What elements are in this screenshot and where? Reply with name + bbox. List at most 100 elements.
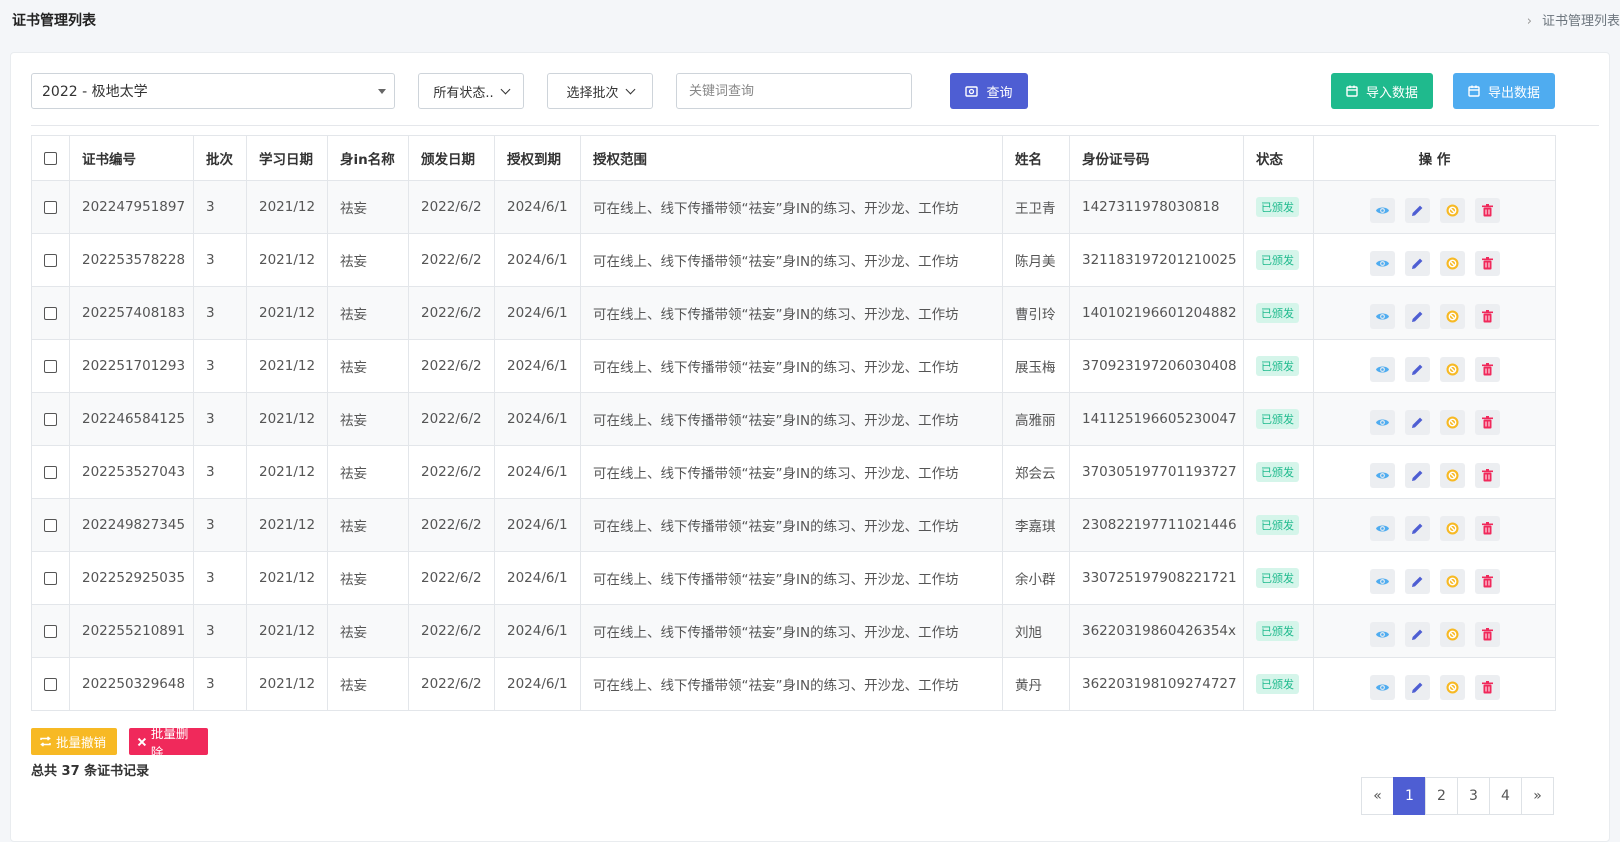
delete-button[interactable] bbox=[1474, 197, 1500, 223]
row-checkbox[interactable] bbox=[44, 200, 57, 214]
view-button[interactable] bbox=[1369, 462, 1395, 488]
table-cell: 321183197201210025 bbox=[1069, 233, 1244, 287]
table-cell: 可在线上、线下传播带领“祛妄”身IN的练习、开沙龙、工作坊 bbox=[580, 180, 1003, 234]
pagination-prev[interactable]: « bbox=[1361, 777, 1394, 815]
table-cell: 202257408183 bbox=[69, 286, 194, 340]
edit-button[interactable] bbox=[1404, 515, 1430, 541]
edit-button[interactable] bbox=[1404, 356, 1430, 382]
row-checkbox[interactable] bbox=[44, 571, 57, 585]
table-cell: 3 bbox=[193, 339, 247, 393]
row-checkbox[interactable] bbox=[44, 518, 57, 532]
bulk-revoke-button[interactable]: 批量撤销 bbox=[31, 728, 117, 755]
status-cell: 已颁发 bbox=[1243, 180, 1314, 234]
edit-button[interactable] bbox=[1404, 303, 1430, 329]
view-button[interactable] bbox=[1369, 303, 1395, 329]
breadcrumb-item[interactable]: 证书管理列表 bbox=[1542, 14, 1620, 29]
col-header: 授权范围 bbox=[580, 135, 1003, 181]
status-cell: 已颁发 bbox=[1243, 286, 1314, 340]
table-cell: 可在线上、线下传播带领“祛妄”身IN的练习、开沙龙、工作坊 bbox=[580, 392, 1003, 446]
pagination-page[interactable]: 4 bbox=[1489, 777, 1522, 815]
view-button[interactable] bbox=[1369, 515, 1395, 541]
delete-button[interactable] bbox=[1474, 356, 1500, 382]
actions-cell bbox=[1313, 604, 1556, 658]
total-count: 总共 37 条证书记录 bbox=[31, 764, 150, 779]
delete-button[interactable] bbox=[1474, 515, 1500, 541]
table-cell: 王卫青 bbox=[1002, 180, 1070, 234]
table-cell: 3 bbox=[193, 286, 247, 340]
table-cell: 370923197206030408 bbox=[1069, 339, 1244, 393]
table-cell: 202251701293 bbox=[69, 339, 194, 393]
row-checkbox[interactable] bbox=[44, 465, 57, 479]
delete-button[interactable] bbox=[1474, 303, 1500, 329]
delete-button[interactable] bbox=[1474, 409, 1500, 435]
table-cell: 202253578228 bbox=[69, 233, 194, 287]
table-cell: 可在线上、线下传播带领“祛妄”身IN的练习、开沙龙、工作坊 bbox=[580, 657, 1003, 711]
delete-button[interactable] bbox=[1474, 250, 1500, 276]
bulk-delete-button[interactable]: 批量删除 bbox=[129, 726, 208, 760]
export-button[interactable]: 导出数据 bbox=[1453, 73, 1555, 109]
row-checkbox[interactable] bbox=[44, 677, 57, 691]
view-button[interactable] bbox=[1369, 250, 1395, 276]
table-cell: 2022/6/2 bbox=[408, 392, 495, 446]
status-badge: 已颁发 bbox=[1256, 462, 1299, 482]
row-checkbox[interactable] bbox=[44, 253, 57, 267]
query-button[interactable]: 查询 bbox=[950, 73, 1028, 109]
table-cell: 3 bbox=[193, 498, 247, 552]
revoke-button[interactable] bbox=[1439, 250, 1465, 276]
school-select[interactable]: 2022 - 极地太学 bbox=[31, 73, 395, 109]
revoke-button[interactable] bbox=[1439, 197, 1465, 223]
revoke-button[interactable] bbox=[1439, 462, 1465, 488]
batch-select[interactable]: 选择批次 bbox=[547, 73, 653, 109]
status-cell: 已颁发 bbox=[1243, 657, 1314, 711]
delete-button[interactable] bbox=[1474, 674, 1500, 700]
keyword-input[interactable] bbox=[676, 73, 912, 109]
table-row: 202253578228 3 2021/12 祛妄 2022/6/2 2024/6/1 可在… bbox=[31, 233, 1556, 287]
calendar-icon bbox=[1468, 85, 1480, 97]
revoke-button[interactable] bbox=[1439, 621, 1465, 647]
school-select-value: 2022 - 极地太学 bbox=[42, 84, 148, 100]
view-button[interactable] bbox=[1369, 621, 1395, 647]
view-button[interactable] bbox=[1369, 356, 1395, 382]
row-checkbox[interactable] bbox=[44, 624, 57, 638]
row-checkbox[interactable] bbox=[44, 359, 57, 373]
status-select[interactable]: 所有状态.. bbox=[418, 73, 524, 109]
revoke-button[interactable] bbox=[1439, 515, 1465, 541]
table-cell: 祛妄 bbox=[327, 233, 409, 287]
table-row: 202247951897 3 2021/12 祛妄 2022/6/2 2024/6/1 可在… bbox=[31, 180, 1556, 234]
revoke-button[interactable] bbox=[1439, 409, 1465, 435]
view-button[interactable] bbox=[1369, 197, 1395, 223]
table-cell: 可在线上、线下传播带领“祛妄”身IN的练习、开沙龙、工作坊 bbox=[580, 498, 1003, 552]
revoke-button[interactable] bbox=[1439, 568, 1465, 594]
pagination-page[interactable]: 3 bbox=[1457, 777, 1490, 815]
import-button[interactable]: 导入数据 bbox=[1331, 73, 1433, 109]
revoke-button[interactable] bbox=[1439, 303, 1465, 329]
row-checkbox[interactable] bbox=[44, 412, 57, 426]
edit-button[interactable] bbox=[1404, 197, 1430, 223]
view-button[interactable] bbox=[1369, 409, 1395, 435]
pagination-page[interactable]: 1 bbox=[1393, 777, 1426, 815]
select-all-checkbox[interactable] bbox=[44, 151, 57, 165]
edit-button[interactable] bbox=[1404, 621, 1430, 647]
revoke-button[interactable] bbox=[1439, 356, 1465, 382]
revoke-button[interactable] bbox=[1439, 674, 1465, 700]
row-checkbox[interactable] bbox=[44, 306, 57, 320]
table-cell: 2024/6/1 bbox=[494, 551, 581, 605]
top-bar: 证书管理列表 › 证书管理列表 bbox=[0, 0, 1620, 52]
table-cell: 祛妄 bbox=[327, 392, 409, 446]
edit-button[interactable] bbox=[1404, 568, 1430, 594]
view-button[interactable] bbox=[1369, 674, 1395, 700]
pagination-next[interactable]: » bbox=[1521, 777, 1554, 815]
view-button[interactable] bbox=[1369, 568, 1395, 594]
status-badge: 已颁发 bbox=[1256, 356, 1299, 376]
edit-button[interactable] bbox=[1404, 462, 1430, 488]
edit-button[interactable] bbox=[1404, 409, 1430, 435]
delete-button[interactable] bbox=[1474, 462, 1500, 488]
pagination-page[interactable]: 2 bbox=[1425, 777, 1458, 815]
table-cell: 2021/12 bbox=[246, 657, 328, 711]
row-select-cell bbox=[31, 657, 70, 711]
edit-button[interactable] bbox=[1404, 250, 1430, 276]
edit-button[interactable] bbox=[1404, 674, 1430, 700]
delete-button[interactable] bbox=[1474, 568, 1500, 594]
table-cell: 祛妄 bbox=[327, 551, 409, 605]
delete-button[interactable] bbox=[1474, 621, 1500, 647]
